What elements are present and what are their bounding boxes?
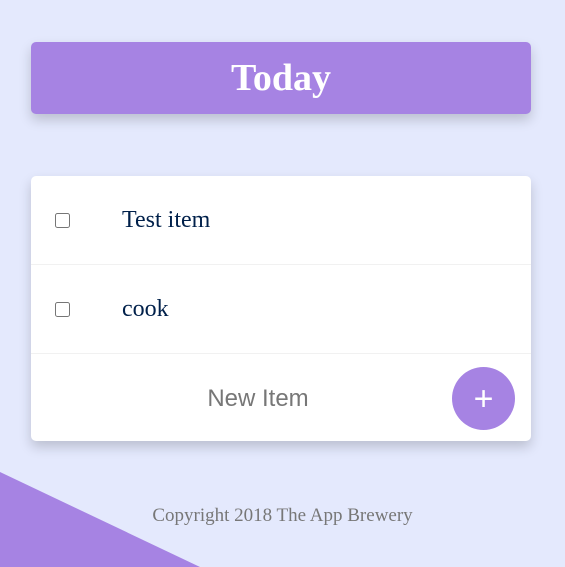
- list-heading-box: Today: [31, 42, 531, 114]
- item-checkbox[interactable]: [55, 301, 70, 317]
- new-item-form: +: [31, 354, 531, 441]
- item-checkbox[interactable]: [55, 212, 70, 228]
- todo-list-box: Test item cook +: [31, 176, 531, 441]
- new-item-input[interactable]: [91, 376, 425, 422]
- item-label: cook: [122, 295, 169, 322]
- list-title: Today: [231, 57, 331, 99]
- copyright-text: Copyright 2018 The App Brewery: [152, 505, 413, 526]
- list-item: cook: [31, 265, 531, 354]
- footer: Copyright 2018 The App Brewery: [0, 505, 565, 527]
- item-label: Test item: [122, 206, 211, 233]
- list-item: Test item: [31, 176, 531, 265]
- add-item-button[interactable]: +: [452, 367, 515, 430]
